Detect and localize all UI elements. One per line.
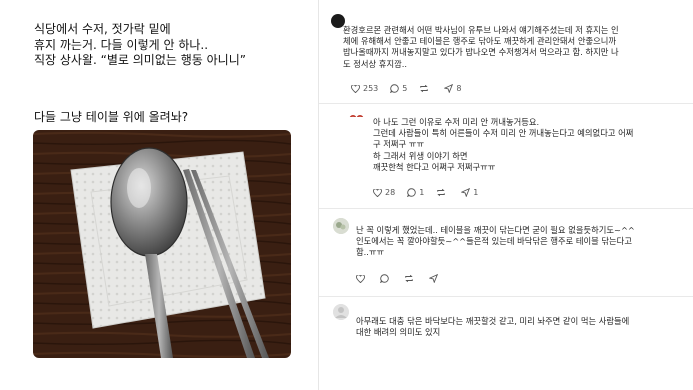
comment-actions xyxy=(356,274,453,283)
share-button[interactable]: 1 xyxy=(461,188,478,197)
comment-line: 아 나도 그런 이유로 수저 미리 안 꺼내놓거등요. xyxy=(373,117,540,127)
comment-icon xyxy=(407,188,416,197)
avatar[interactable] xyxy=(333,218,349,234)
repost-button[interactable] xyxy=(436,188,449,197)
comment-line: 그런데 사람들이 특히 어른들이 수저 미리 안 꺼내놓는다고 예의없다고 어쩌 xyxy=(373,128,634,139)
post-body: 식당에서 수저, 젓가락 밑에 휴지 까는거. 다들 이렇게 안 하나.. 직장… xyxy=(34,22,246,69)
comment-line: 난 꼭 이렇게 했었는데.. 테이블을 깨끗이 닦는다면 굳이 필요 없을듯하기… xyxy=(356,225,635,235)
comment-line: 도 정서상 휴지깜.. xyxy=(343,58,407,69)
original-post: 식당에서 수저, 젓가락 밑에 휴지 까는거. 다들 이렇게 안 하나.. 직장… xyxy=(0,0,318,390)
heart-icon xyxy=(351,84,360,93)
like-count: 28 xyxy=(385,188,396,197)
comment-line: 아무래도 대충 닦은 바닥보다는 깨끗할것 같고, 미리 놔주면 같이 먹는 사… xyxy=(356,316,630,326)
comment-body: 환경호르몬 관련해서 어떤 박사님이 유투브 나와서 얘기해주셨는데 저 휴지는… xyxy=(343,25,619,70)
comment-line: 체에 유해해서 안좋고 테이블은 행주로 닦아도 깨끗하게 관리안돼서 안좋으니… xyxy=(343,36,616,47)
avatar-image xyxy=(349,115,364,117)
avatar-image xyxy=(333,218,349,234)
heart-icon xyxy=(373,188,382,197)
reply-count: 1 xyxy=(419,188,425,197)
comment-icon xyxy=(390,84,399,93)
repost-button[interactable] xyxy=(419,84,432,93)
heart-icon xyxy=(356,274,365,283)
reply-button[interactable]: 5 xyxy=(390,84,407,93)
comment-body: 아 나도 그런 이유로 수저 미리 안 꺼내놓거등요. 그런데 사람들이 특히 … xyxy=(373,117,633,173)
comment-actions: 28 1 1 xyxy=(373,188,490,197)
reply-count: 5 xyxy=(402,84,408,93)
default-avatar-icon xyxy=(333,304,349,320)
comment-line: 구 저쩌구 ㅠㅠ xyxy=(373,139,425,150)
like-button[interactable]: 253 xyxy=(351,84,378,93)
comment-icon xyxy=(380,274,389,283)
comment-line: 대한 배려의 의미도 있지 xyxy=(356,327,441,338)
comment-body: 아무래도 대충 닦은 바닥보다는 깨끗할것 같고, 미리 놔주면 같이 먹는 사… xyxy=(356,316,629,338)
comment-divider xyxy=(319,296,693,297)
share-button[interactable] xyxy=(429,274,441,283)
post-line: 휴지 까는거. 다들 이렇게 안 하나.. xyxy=(34,37,209,52)
send-icon xyxy=(461,188,471,197)
repost-icon xyxy=(437,188,446,197)
comment-line: 인도에서는 꼭 깔아야할듯~^^들은적 있는데 바닥닦은 행주로 테이블 닦는다… xyxy=(356,236,632,247)
like-button[interactable]: 28 xyxy=(373,188,395,197)
repost-icon xyxy=(420,84,429,93)
reply-button[interactable] xyxy=(380,274,392,283)
repost-button[interactable] xyxy=(404,274,417,283)
like-button[interactable] xyxy=(356,274,368,283)
post-photo[interactable] xyxy=(33,130,291,358)
post-question: 다들 그냥 테이블 위에 올려놔? xyxy=(34,110,189,124)
share-count: 8 xyxy=(456,84,462,93)
comment-divider xyxy=(319,208,693,209)
comments-panel: 환경호르몬 관련해서 어떤 박사님이 유투브 나와서 얘기해주셨는데 저 휴지는… xyxy=(319,0,693,390)
post-line: 식당에서 수저, 젓가락 밑에 xyxy=(34,22,171,36)
comment-line: 깨끗한척 한다고 어쩌구 저쩌구ㅠㅠ xyxy=(373,161,496,172)
comment-line: 밥나올때까지 꺼내놓지말고 있다가 밥나오면 수저챙겨서 먹으라고 함. 하지만… xyxy=(343,47,619,58)
share-count: 1 xyxy=(473,188,479,197)
comment-body: 난 꼭 이렇게 했었는데.. 테이블을 깨끗이 닦는다면 굳이 필요 없을듯하기… xyxy=(356,225,635,259)
share-button[interactable]: 8 xyxy=(444,84,461,93)
avatar[interactable] xyxy=(349,108,365,117)
like-count: 253 xyxy=(363,84,379,93)
send-icon xyxy=(429,274,438,283)
post-line: 직장 상사왈. “별로 의미없는 행동 아니니” xyxy=(34,53,246,67)
reply-button[interactable]: 1 xyxy=(407,188,424,197)
comment-line: 환경호르몬 관련해서 어떤 박사님이 유투브 나와서 얘기해주셨는데 저 휴지는… xyxy=(343,25,619,35)
send-icon xyxy=(444,84,454,93)
avatar[interactable] xyxy=(333,304,349,320)
comment-divider xyxy=(319,103,693,104)
comment-line: 하 그래서 위생 이야기 하면 xyxy=(373,150,468,161)
comment-actions: 253 5 8 xyxy=(351,84,473,93)
spoon-chopsticks-napkin-image xyxy=(33,130,291,358)
repost-icon xyxy=(405,274,413,283)
comment-line: 함..ㅠㅠ xyxy=(356,247,385,258)
